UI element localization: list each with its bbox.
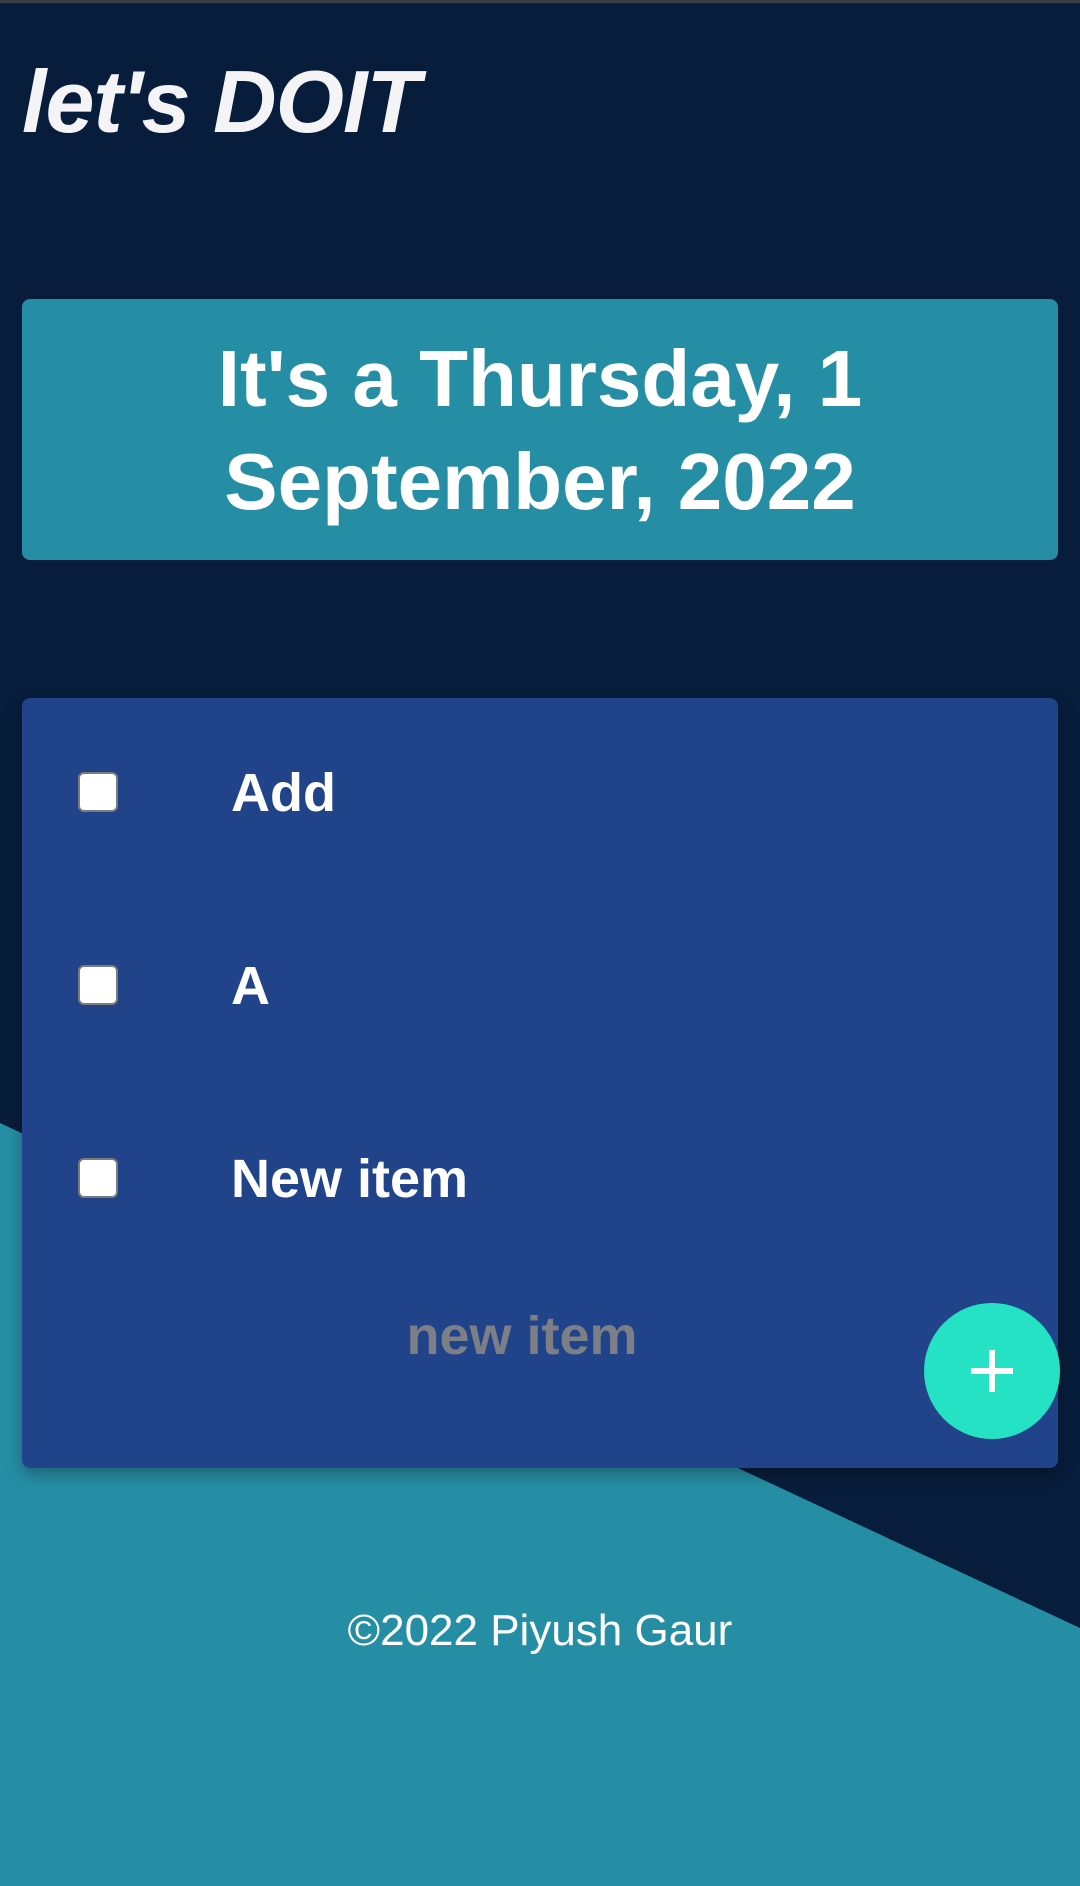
item-checkbox[interactable]: [78, 965, 118, 1005]
item-label: New item: [231, 1149, 469, 1209]
add-item-button[interactable]: [924, 1303, 1060, 1439]
item-checkbox[interactable]: [78, 772, 118, 812]
list-item: New item: [22, 1139, 1058, 1219]
app-brand-title: let's DOIT: [22, 52, 420, 151]
plus-icon: [971, 1350, 1013, 1392]
list-item: A: [22, 946, 1058, 1026]
new-item-input[interactable]: [292, 1296, 752, 1376]
item-checkbox[interactable]: [78, 1158, 118, 1198]
date-heading: It's a Thursday, 1 September, 2022: [217, 333, 863, 526]
todo-list-card: Add A New item: [22, 698, 1060, 1468]
item-label: Add: [231, 763, 336, 823]
list-item: Add: [22, 753, 1058, 833]
item-label: A: [231, 956, 270, 1016]
date-banner: It's a Thursday, 1 September, 2022: [22, 299, 1058, 560]
footer-copyright: ©2022 Piyush Gaur: [347, 1606, 733, 1655]
